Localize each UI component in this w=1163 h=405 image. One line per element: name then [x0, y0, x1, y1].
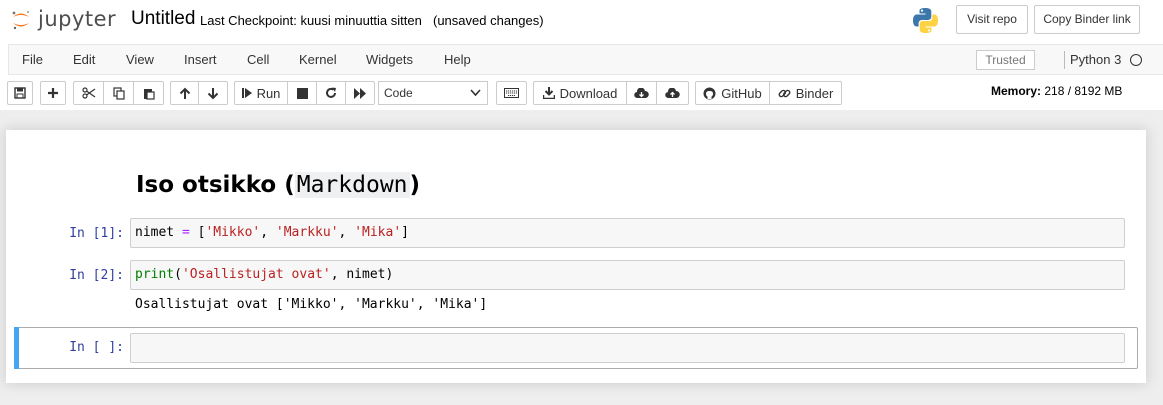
code-token: 'Mika'	[354, 225, 402, 240]
arrow-up-icon	[179, 87, 190, 99]
download-button-label: Download	[559, 85, 618, 101]
code-token: )	[385, 267, 394, 282]
cell-1-prompt: In [1]:	[69, 226, 124, 241]
menu-cell[interactable]: Cell	[247, 52, 269, 67]
cloud-download-icon	[634, 87, 649, 98]
run-button-label: Run	[256, 85, 281, 101]
step-forward-icon	[241, 88, 252, 98]
jupyter-logo-icon	[12, 11, 29, 30]
cell-type-value: Code	[384, 86, 413, 100]
code-token: nimet	[135, 225, 175, 240]
cut-button[interactable]	[73, 81, 104, 105]
notebook-title[interactable]: Untitled	[131, 8, 195, 30]
copy-binder-link-button[interactable]: Copy Binder link	[1034, 5, 1140, 34]
save-icon	[14, 87, 26, 99]
memory-label: Memory:	[991, 84, 1042, 98]
visit-repo-button[interactable]: Visit repo	[956, 5, 1028, 34]
cell-3-prompt: In [ ]:	[69, 340, 124, 355]
code-token: =	[174, 225, 198, 240]
cell-2-input[interactable]: print('Osallistujat ovat', nimet)	[130, 260, 1125, 290]
heading-close: )	[409, 172, 421, 198]
code-token: 'Markku'	[275, 225, 339, 240]
interrupt-button[interactable]	[288, 81, 317, 105]
restart-button[interactable]	[317, 81, 346, 105]
insert-cell-button[interactable]	[40, 81, 66, 105]
code-token: ]	[401, 225, 409, 240]
menu-kernel[interactable]: Kernel	[299, 52, 337, 67]
paste-icon	[143, 88, 155, 100]
cloud-download-button[interactable]	[627, 81, 657, 105]
heading-inline-code: Markdown	[294, 172, 410, 198]
checkpoint-status: Last Checkpoint: kuusi minuuttia sitten	[200, 13, 422, 28]
code-token: , nimet	[330, 267, 386, 282]
copy-icon	[112, 86, 125, 100]
code-token: 'Osallistujat ovat'	[181, 267, 331, 282]
move-up-button[interactable]	[170, 81, 199, 105]
restart-icon	[326, 87, 336, 98]
code-token: ,	[260, 225, 276, 240]
unsaved-status: (unsaved changes)	[433, 13, 544, 28]
scissors-icon	[81, 87, 95, 99]
python-logo-icon	[913, 8, 938, 33]
binder-button-label: Binder	[795, 85, 834, 101]
kernel-separator	[1064, 51, 1065, 69]
jupyter-logo-text: jupyter	[38, 7, 117, 31]
github-button[interactable]: GitHub	[695, 81, 770, 105]
download-icon	[542, 87, 555, 99]
kernel-idle-icon	[1130, 54, 1142, 66]
cell-1-input[interactable]: nimet = ['Mikko', 'Markku', 'Mika']	[130, 218, 1125, 248]
menu-file[interactable]: File	[22, 52, 43, 67]
github-button-label: GitHub	[721, 85, 762, 101]
memory-usage: Memory: 218 / 8192 MB	[991, 84, 1122, 98]
menu-edit[interactable]: Edit	[73, 52, 95, 67]
download-button[interactable]: Download	[533, 81, 627, 105]
code-token: ,	[338, 225, 355, 240]
chevron-down-icon	[470, 89, 481, 97]
cloud-upload-icon	[665, 87, 680, 98]
heading-text: Iso otsikko (	[136, 172, 295, 198]
menu-view[interactable]: View	[126, 52, 154, 67]
cloud-upload-button[interactable]	[657, 81, 689, 105]
kernel-name[interactable]: Python 3	[1070, 52, 1121, 67]
stop-icon	[296, 87, 308, 99]
cell-2-prompt: In [2]:	[69, 268, 124, 283]
move-down-button[interactable]	[199, 81, 228, 105]
paste-button[interactable]	[134, 81, 164, 105]
markdown-cell-heading[interactable]: Iso otsikko (Markdown)	[136, 172, 420, 198]
code-token: (	[174, 267, 182, 282]
restart-run-all-button[interactable]	[346, 81, 375, 105]
copy-button[interactable]	[104, 81, 134, 105]
menu-help[interactable]: Help	[444, 52, 471, 67]
code-token: print	[135, 267, 175, 282]
header: jupyter Untitled Last Checkpoint: kuusi …	[0, 0, 1163, 110]
fast-forward-icon	[353, 87, 366, 99]
cell-3-input[interactable]	[130, 333, 1125, 363]
plus-icon	[48, 88, 58, 98]
cell-type-select[interactable]: Code	[378, 81, 488, 105]
link-icon	[778, 89, 791, 97]
github-icon	[703, 87, 716, 99]
arrow-down-icon	[207, 87, 219, 99]
cell-2-output: Osallistujat ovat ['Mikko', 'Markku', 'M…	[135, 297, 488, 312]
keyboard-icon	[504, 88, 519, 98]
save-button[interactable]	[7, 81, 33, 105]
run-button[interactable]: Run	[234, 81, 288, 105]
menu-insert[interactable]: Insert	[184, 52, 217, 67]
command-palette-button[interactable]	[496, 81, 527, 105]
jupyter-logo[interactable]: jupyter	[8, 7, 118, 33]
trusted-indicator[interactable]: Trusted	[976, 50, 1035, 70]
menu-widgets[interactable]: Widgets	[366, 52, 413, 67]
code-token: 'Mikko'	[205, 225, 261, 240]
memory-value: 218 / 8192 MB	[1044, 84, 1123, 98]
notebook-container: Iso otsikko (Markdown) In [1]: nimet = […	[6, 130, 1146, 383]
menubar: File Edit View Insert Cell Kernel Widget…	[8, 44, 1163, 75]
binder-button[interactable]: Binder	[770, 81, 842, 105]
